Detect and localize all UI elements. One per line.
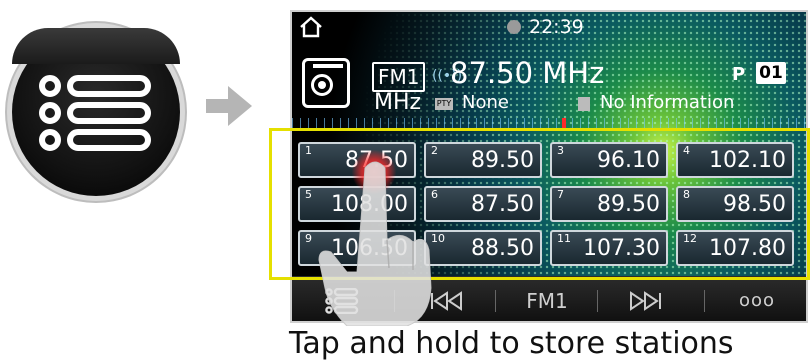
more-options-button[interactable]: ooo xyxy=(722,276,792,321)
status-bar: 22:39 xyxy=(292,12,806,42)
toolbar-divider xyxy=(394,290,395,312)
toolbar-divider xyxy=(495,290,496,312)
bottom-toolbar: FM1 ooo xyxy=(292,276,806,321)
preset-area-highlight xyxy=(269,128,810,280)
pty-icon: PTY xyxy=(435,98,453,110)
frequency-unit: MHz xyxy=(374,90,422,115)
band-indicator: FM1 xyxy=(372,62,426,92)
preset-prefix: P xyxy=(732,64,746,85)
instruction-caption: Tap and hold to store stations xyxy=(289,326,734,361)
toolbar-divider xyxy=(704,290,705,312)
toolbar-divider xyxy=(597,290,598,312)
arrow-right-icon xyxy=(206,86,252,126)
skip-back-icon xyxy=(431,290,462,311)
radio-source-icon xyxy=(302,58,350,108)
tuning-pointer xyxy=(562,118,566,128)
touch-point-indicator xyxy=(352,150,396,194)
station-info-label: No Information xyxy=(600,92,735,113)
list-menu-icon xyxy=(39,75,151,151)
list-menu-icon xyxy=(325,287,359,314)
band-button[interactable]: FM1 xyxy=(507,276,587,321)
clock: 22:39 xyxy=(507,16,584,38)
home-icon[interactable] xyxy=(298,15,324,39)
current-preset-number: 01 xyxy=(756,62,786,84)
menu-button[interactable] xyxy=(312,276,372,321)
current-frequency: 87.50 MHz xyxy=(450,56,605,90)
skip-forward-icon xyxy=(630,290,661,311)
clock-time: 22:39 xyxy=(529,16,584,38)
seek-next-button[interactable] xyxy=(610,276,680,321)
menu-button-closeup xyxy=(12,28,180,196)
menu-circle-highlight xyxy=(12,28,180,64)
info-icon xyxy=(578,97,590,111)
clock-status-icon xyxy=(507,20,521,34)
seek-previous-button[interactable] xyxy=(412,276,482,321)
tuning-scale[interactable] xyxy=(292,118,806,128)
pty-label: None xyxy=(462,92,509,113)
